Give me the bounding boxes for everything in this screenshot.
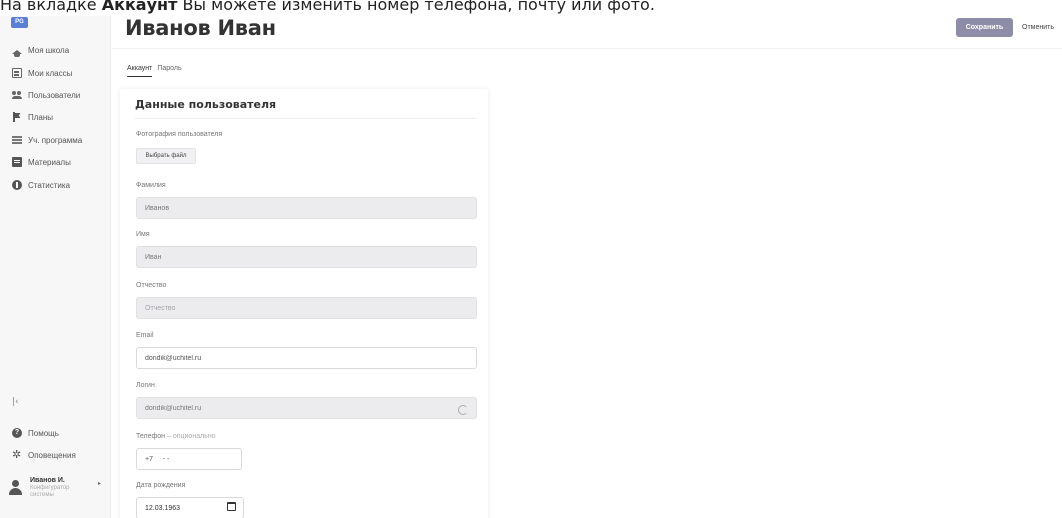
sidebar-item-label: Планы xyxy=(28,112,54,122)
collapse-sidebar-button[interactable]: |‹ xyxy=(12,397,19,407)
sidebar-item-label: Уч. программа xyxy=(28,135,83,145)
calendar-icon[interactable] xyxy=(227,502,236,511)
users-icon xyxy=(12,90,22,100)
book-icon xyxy=(12,157,22,167)
email-label: Email xyxy=(136,332,154,339)
caption-text-end: Вы можете изменить номер телефона, почту… xyxy=(177,0,655,14)
tab-password[interactable]: Пароль xyxy=(157,65,181,77)
user-profile-menu[interactable]: Иванов И. Конфигуратор системы ▸ xyxy=(8,476,108,510)
middle-name-field[interactable] xyxy=(136,297,477,319)
graduation-cap-icon xyxy=(12,45,22,57)
sidebar-item-label: Моя школа xyxy=(28,45,70,55)
login-field[interactable] xyxy=(136,397,477,419)
cancel-button[interactable]: Отменить xyxy=(1018,18,1062,37)
page-title: Иванов Иван xyxy=(125,16,276,40)
birth-date-label: Дата рождения xyxy=(136,482,186,489)
sidebar-item-label: Оповещения xyxy=(28,450,76,460)
last-name-label: Фамилия xyxy=(136,182,166,189)
header-divider xyxy=(112,48,1062,49)
gear-icon: ✲ xyxy=(12,449,22,461)
caption-text-bold: Аккаунт xyxy=(101,0,178,14)
last-name-field[interactable] xyxy=(136,197,477,219)
user-role: Конфигуратор системы xyxy=(30,485,70,498)
sidebar-item-label: Помощь xyxy=(28,428,59,438)
phone-optional-hint: – опционально xyxy=(165,433,216,440)
login-label: Логин xyxy=(136,382,155,389)
save-button[interactable]: Сохранить xyxy=(956,18,1013,37)
sidebar-item-help[interactable]: ? Помощь xyxy=(12,426,59,440)
sidebar-item-materials[interactable]: Материалы xyxy=(12,155,71,169)
sidebar-item-users[interactable]: Пользователи xyxy=(12,88,80,102)
email-field[interactable] xyxy=(136,347,477,369)
sidebar-item-plans[interactable]: Планы xyxy=(12,110,53,124)
flag-icon xyxy=(12,112,22,122)
phone-label: Телефон – опционально xyxy=(136,433,216,440)
middle-name-label: Отчество xyxy=(136,282,167,289)
logo[interactable]: PG xyxy=(11,17,28,28)
sidebar-item-label: Мои классы xyxy=(28,68,73,78)
photo-label: Фотография пользователя xyxy=(136,131,223,138)
sidebar-item-curriculum[interactable]: Уч. программа xyxy=(12,133,82,147)
sidebar-item-label: Материалы xyxy=(28,157,71,167)
sidebar-item-statistics[interactable]: Статистика xyxy=(12,178,70,192)
user-data-card: Данные пользователя Фотография пользоват… xyxy=(120,89,488,518)
list-icon xyxy=(12,135,22,145)
sidebar-item-my-school[interactable]: Моя школа xyxy=(12,43,69,57)
phone-label-text: Телефон xyxy=(136,433,166,440)
board-icon xyxy=(12,68,22,78)
sidebar-item-label: Пользователи xyxy=(28,90,81,100)
card-title: Данные пользователя xyxy=(135,98,277,111)
instruction-caption: На вкладке Аккаунт Вы можете изменить но… xyxy=(0,0,1062,16)
sidebar-item-label: Статистика xyxy=(28,180,71,190)
sidebar-item-my-classes[interactable]: Мои классы xyxy=(12,66,72,80)
help-icon: ? xyxy=(12,428,22,438)
sidebar-item-notifications[interactable]: ✲ Оповещения xyxy=(12,448,76,462)
card-divider xyxy=(135,118,477,119)
choose-file-button[interactable]: Выбрать файл xyxy=(136,148,196,164)
avatar xyxy=(8,480,23,495)
chevron-right-icon: ▸ xyxy=(98,481,102,487)
phone-field[interactable] xyxy=(136,448,242,470)
caption-text-start: На вкладке xyxy=(0,0,102,14)
first-name-field[interactable] xyxy=(136,246,477,268)
tab-account[interactable]: Аккаунт xyxy=(127,65,153,77)
statistics-icon xyxy=(12,180,22,190)
user-name: Иванов И. xyxy=(30,477,65,484)
refresh-icon[interactable] xyxy=(458,405,468,415)
profile-tabs: Аккаунт Пароль xyxy=(127,65,187,77)
sidebar: PG Моя школа Мои классы Пользователи Пла… xyxy=(0,16,111,518)
first-name-label: Имя xyxy=(136,231,150,238)
